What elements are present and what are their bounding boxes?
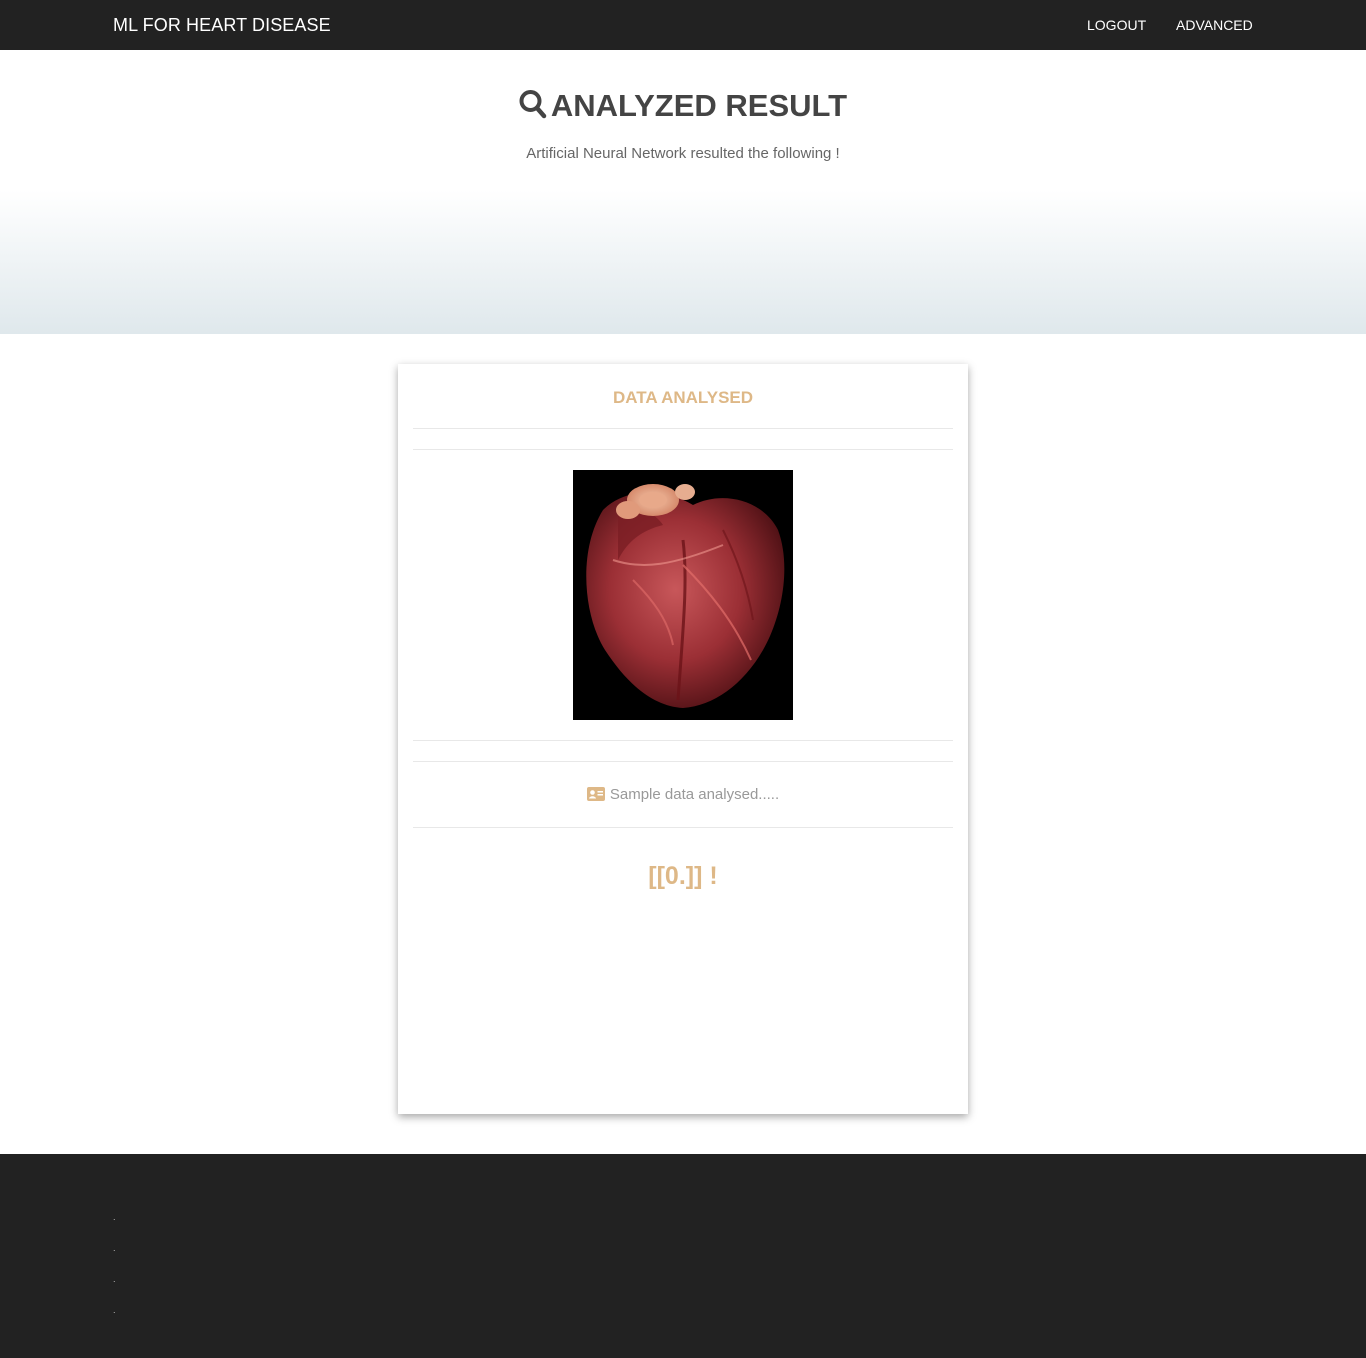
footer-list: . . . . bbox=[113, 1202, 116, 1326]
divider bbox=[413, 827, 953, 828]
sample-status: Sample data analysed..... bbox=[398, 786, 968, 806]
divider bbox=[413, 428, 953, 429]
result-card: DATA ANALYSED Sample data analysed..... … bbox=[398, 364, 968, 1114]
footer-item: . bbox=[113, 1274, 116, 1284]
prediction-result: [[0.]] ! bbox=[648, 862, 718, 890]
page-title: ANALYZED RESULT bbox=[0, 88, 1366, 127]
page-subtitle: Artificial Neural Network resulted the f… bbox=[526, 145, 840, 162]
sample-text: Sample data analysed..... bbox=[609, 786, 780, 803]
brand-link[interactable]: ML FOR HEART DISEASE bbox=[113, 14, 331, 36]
divider bbox=[413, 761, 953, 762]
page-title-text: ANALYZED RESULT bbox=[550, 88, 848, 123]
navbar: ML FOR HEART DISEASE LOGOUT ADVANCED bbox=[0, 0, 1366, 50]
search-icon bbox=[519, 89, 547, 127]
advanced-link[interactable]: ADVANCED bbox=[1176, 17, 1253, 33]
divider bbox=[413, 740, 953, 741]
footer-item: . bbox=[113, 1305, 116, 1315]
footer-item: . bbox=[113, 1212, 116, 1222]
id-card-icon bbox=[586, 787, 605, 806]
hero-header: ANALYZED RESULT Artificial Neural Networ… bbox=[0, 50, 1366, 334]
heart-image bbox=[573, 470, 793, 720]
card-title: DATA ANALYSED bbox=[612, 388, 754, 407]
logout-link[interactable]: LOGOUT bbox=[1087, 17, 1146, 33]
footer: . . . . bbox=[0, 1154, 1366, 1358]
divider bbox=[413, 449, 953, 450]
footer-item: . bbox=[113, 1243, 116, 1253]
